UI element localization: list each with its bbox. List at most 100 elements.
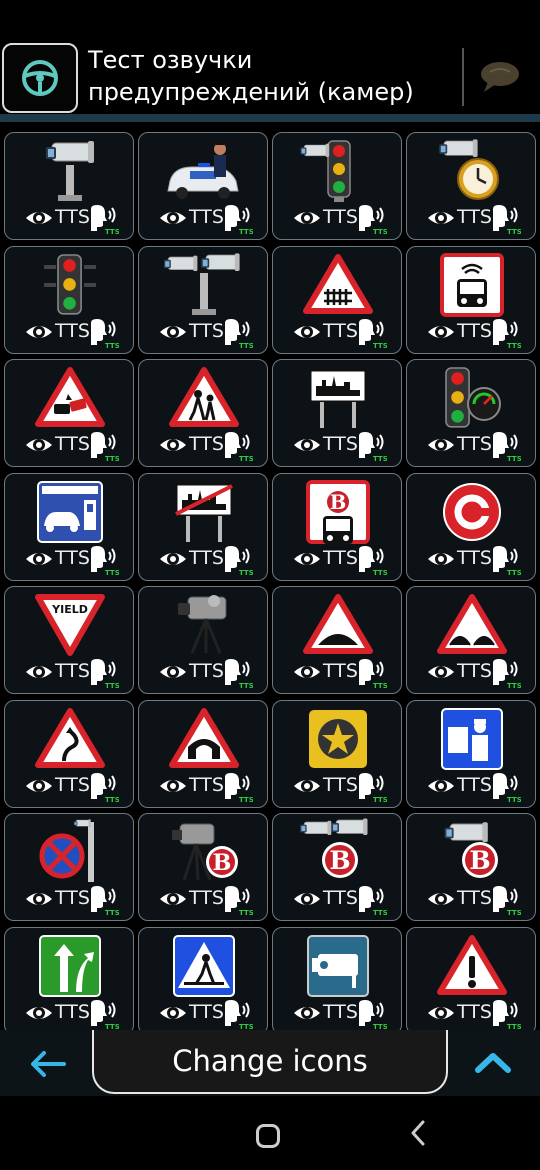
alert-tile[interactable]: TTS TTS	[406, 245, 536, 354]
alert-tile[interactable]: TTS TTS	[4, 813, 134, 921]
eye-icon[interactable]	[159, 775, 187, 797]
home-button[interactable]	[256, 1124, 280, 1148]
alert-tile[interactable]: TTS TTS	[406, 699, 536, 808]
eye-icon[interactable]	[427, 775, 455, 797]
voice-speaker-icon[interactable]: TTS	[355, 317, 388, 350]
alert-tile[interactable]: TTS TTS	[272, 359, 402, 467]
alert-tile[interactable]: TTS TTS	[4, 926, 134, 1030]
alert-tile[interactable]: TTS TTS	[406, 359, 536, 467]
voice-speaker-icon[interactable]: TTS	[87, 998, 120, 1030]
voice-speaker-icon[interactable]: TTS	[221, 884, 254, 917]
voice-speaker-icon[interactable]: TTS	[489, 771, 522, 804]
eye-icon[interactable]	[293, 321, 321, 343]
voice-speaker-icon[interactable]: TTS	[489, 998, 522, 1030]
voice-speaker-icon[interactable]: TTS	[221, 430, 254, 463]
voice-speaker-icon[interactable]: TTS	[87, 657, 120, 690]
eye-icon[interactable]	[159, 321, 187, 343]
voice-speaker-icon[interactable]: TTS	[355, 771, 388, 804]
alert-tile[interactable]: YIELD TTS TTS	[4, 586, 134, 694]
voice-speaker-icon[interactable]: TTS	[355, 884, 388, 917]
eye-icon[interactable]	[25, 1002, 53, 1024]
voice-speaker-icon[interactable]: TTS	[221, 544, 254, 577]
alert-tile[interactable]: B TTS TTS	[138, 813, 268, 921]
alert-tile[interactable]: TTS TTS	[4, 699, 134, 808]
eye-icon[interactable]	[159, 888, 187, 910]
alert-tile[interactable]: TTS TTS	[4, 472, 134, 581]
eye-icon[interactable]	[427, 1002, 455, 1024]
alert-tile[interactable]: TTS TTS	[272, 699, 402, 808]
alert-tile[interactable]: TTS TTS	[138, 245, 268, 354]
eye-icon[interactable]	[427, 661, 455, 683]
eye-icon[interactable]	[159, 207, 187, 229]
eye-icon[interactable]	[293, 1002, 321, 1024]
change-icons-button[interactable]: Change icons	[92, 1030, 448, 1094]
eye-icon[interactable]	[25, 434, 53, 456]
voice-speaker-icon[interactable]: TTS	[221, 203, 254, 236]
voice-speaker-icon[interactable]: TTS	[87, 430, 120, 463]
alert-tile[interactable]: TTS TTS	[138, 132, 268, 240]
alert-tile[interactable]: TTS TTS	[272, 245, 402, 354]
alert-tile[interactable]: TTS TTS	[138, 472, 268, 581]
eye-icon[interactable]	[427, 321, 455, 343]
alert-tile[interactable]: TTS TTS	[4, 245, 134, 354]
eye-icon[interactable]	[25, 321, 53, 343]
eye-icon[interactable]	[293, 434, 321, 456]
alert-tile[interactable]: TTS TTS	[406, 926, 536, 1030]
voice-speaker-icon[interactable]: TTS	[87, 544, 120, 577]
alert-tile[interactable]: TTS TTS	[138, 926, 268, 1030]
alert-tile[interactable]: TTS TTS	[272, 132, 402, 240]
voice-speaker-icon[interactable]: TTS	[221, 657, 254, 690]
alert-tile[interactable]: TTS TTS	[138, 359, 268, 467]
alert-tile[interactable]: TTS TTS	[138, 699, 268, 808]
voice-speaker-icon[interactable]: TTS	[221, 317, 254, 350]
eye-icon[interactable]	[427, 888, 455, 910]
alert-tile[interactable]: TTS TTS	[406, 472, 536, 581]
voice-speaker-icon[interactable]: TTS	[355, 203, 388, 236]
voice-speaker-icon[interactable]: TTS	[489, 884, 522, 917]
alert-tile[interactable]: TTS TTS	[272, 926, 402, 1030]
chat-bubble-button[interactable]	[478, 58, 522, 100]
eye-icon[interactable]	[25, 661, 53, 683]
voice-speaker-icon[interactable]: TTS	[355, 998, 388, 1030]
eye-icon[interactable]	[293, 207, 321, 229]
steering-wheel-button[interactable]	[2, 43, 78, 113]
voice-speaker-icon[interactable]: TTS	[489, 657, 522, 690]
alert-tile[interactable]: TTS TTS	[406, 132, 536, 240]
alert-tile[interactable]: TTS TTS	[272, 586, 402, 694]
eye-icon[interactable]	[25, 888, 53, 910]
eye-icon[interactable]	[293, 661, 321, 683]
eye-icon[interactable]	[25, 548, 53, 570]
voice-speaker-icon[interactable]: TTS	[221, 771, 254, 804]
alert-tile[interactable]: B TTS TTS	[406, 813, 536, 921]
voice-speaker-icon[interactable]: TTS	[87, 884, 120, 917]
system-back-button[interactable]	[408, 1118, 428, 1156]
eye-icon[interactable]	[159, 661, 187, 683]
voice-speaker-icon[interactable]: TTS	[489, 317, 522, 350]
eye-icon[interactable]	[293, 775, 321, 797]
eye-icon[interactable]	[25, 207, 53, 229]
voice-speaker-icon[interactable]: TTS	[87, 771, 120, 804]
eye-icon[interactable]	[427, 548, 455, 570]
eye-icon[interactable]	[159, 548, 187, 570]
voice-speaker-icon[interactable]: TTS	[355, 430, 388, 463]
alert-tile[interactable]: B TTS TTS	[272, 472, 402, 581]
voice-speaker-icon[interactable]: TTS	[355, 657, 388, 690]
alert-tile[interactable]: TTS TTS	[138, 586, 268, 694]
voice-speaker-icon[interactable]: TTS	[489, 203, 522, 236]
eye-icon[interactable]	[293, 888, 321, 910]
eye-icon[interactable]	[159, 434, 187, 456]
eye-icon[interactable]	[427, 207, 455, 229]
voice-speaker-icon[interactable]: TTS	[355, 544, 388, 577]
voice-speaker-icon[interactable]: TTS	[87, 317, 120, 350]
alert-tile[interactable]: TTS TTS	[406, 586, 536, 694]
alert-tile[interactable]: TTS TTS	[4, 359, 134, 467]
eye-icon[interactable]	[25, 775, 53, 797]
alert-tile[interactable]: B TTS TTS	[272, 813, 402, 921]
alert-tile[interactable]: TTS TTS	[4, 132, 134, 240]
voice-speaker-icon[interactable]: TTS	[489, 430, 522, 463]
scroll-up-button[interactable]	[474, 1048, 512, 1080]
voice-speaker-icon[interactable]: TTS	[87, 203, 120, 236]
voice-speaker-icon[interactable]: TTS	[221, 998, 254, 1030]
eye-icon[interactable]	[293, 548, 321, 570]
voice-speaker-icon[interactable]: TTS	[489, 544, 522, 577]
